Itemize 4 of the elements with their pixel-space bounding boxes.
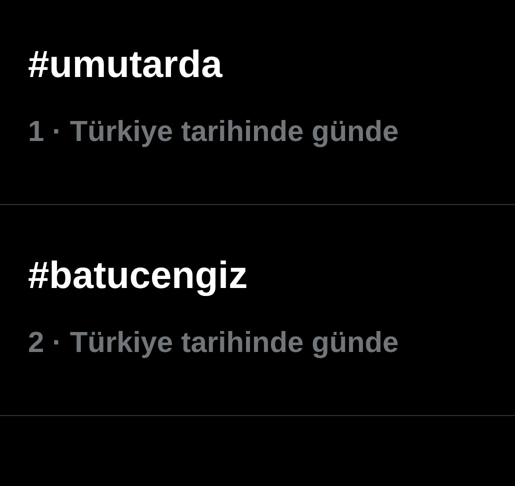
trend-hashtag[interactable]: #umutarda	[28, 40, 515, 90]
trend-rank-context: 2 · Türkiye tarihinde günde	[28, 326, 399, 361]
trend-hashtag[interactable]: #batucengiz	[28, 251, 515, 301]
trend-rank-context: 1 · Türkiye tarihinde günde	[28, 115, 399, 150]
